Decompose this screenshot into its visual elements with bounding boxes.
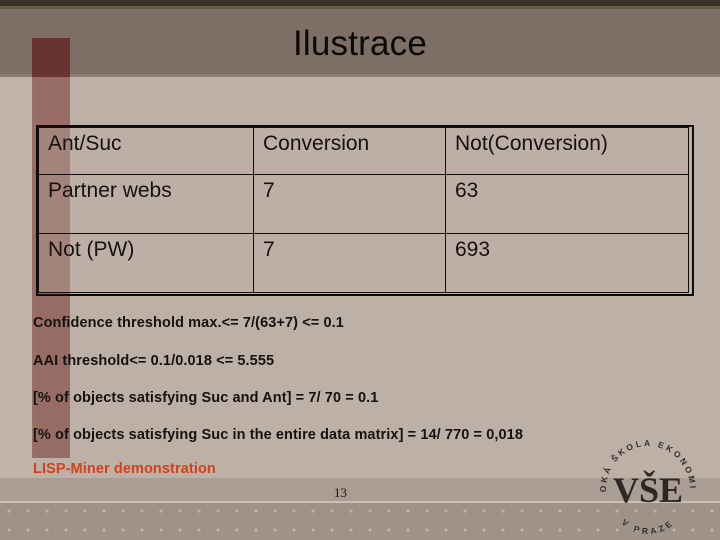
- cell-not-pw-not-conversion: 693: [445, 233, 689, 293]
- note-confidence-threshold: Confidence threshold max.<= 7/(63+7) <= …: [33, 315, 344, 331]
- note-percent-suc-entire-matrix: [% of objects satisfying Suc in the enti…: [33, 427, 524, 443]
- lisp-miner-demonstration-link[interactable]: LISP-Miner demonstration: [33, 461, 216, 477]
- page-title: Ilustrace: [292, 24, 428, 63]
- note-aai-threshold: AAI threshold<= 0.1/0.018 <= 5.555: [33, 353, 275, 369]
- svg-text:V PRAZE: V PRAZE: [620, 517, 676, 534]
- table-row: Partner webs 7 63: [38, 174, 689, 234]
- vse-prague-logo: VYSOKÁ ŠKOLA EKONOMICKÁ V PRAZE VŠE: [592, 438, 704, 534]
- vse-logo-icon: VYSOKÁ ŠKOLA EKONOMICKÁ V PRAZE VŠE: [592, 438, 695, 534]
- cell-not-pw-conversion: 7: [253, 233, 446, 293]
- table-header-row: Ant/Suc Conversion Not(Conversion): [38, 127, 689, 175]
- column-header-conversion: Conversion: [253, 127, 446, 175]
- column-header-not-conversion: Not(Conversion): [445, 127, 689, 175]
- table-row: Not (PW) 7 693: [38, 233, 689, 293]
- cell-partner-webs-not-conversion: 63: [445, 174, 689, 234]
- row-label-partner-webs: Partner webs: [38, 174, 254, 234]
- cell-partner-webs-conversion: 7: [253, 174, 446, 234]
- page-number: 13: [334, 485, 347, 500]
- slide-canvas: Ilustrace Ant/Suc Conversion Not(Convers…: [0, 0, 720, 540]
- note-percent-suc-and-ant: [% of objects satisfying Suc and Ant] = …: [33, 390, 379, 406]
- svg-text:VŠE: VŠE: [613, 470, 683, 510]
- column-header-ant-suc: Ant/Suc: [38, 127, 254, 175]
- contingency-table: Ant/Suc Conversion Not(Conversion) Partn…: [38, 127, 689, 293]
- left-tone-panel: [0, 77, 36, 478]
- row-label-not-pw: Not (PW): [38, 233, 254, 293]
